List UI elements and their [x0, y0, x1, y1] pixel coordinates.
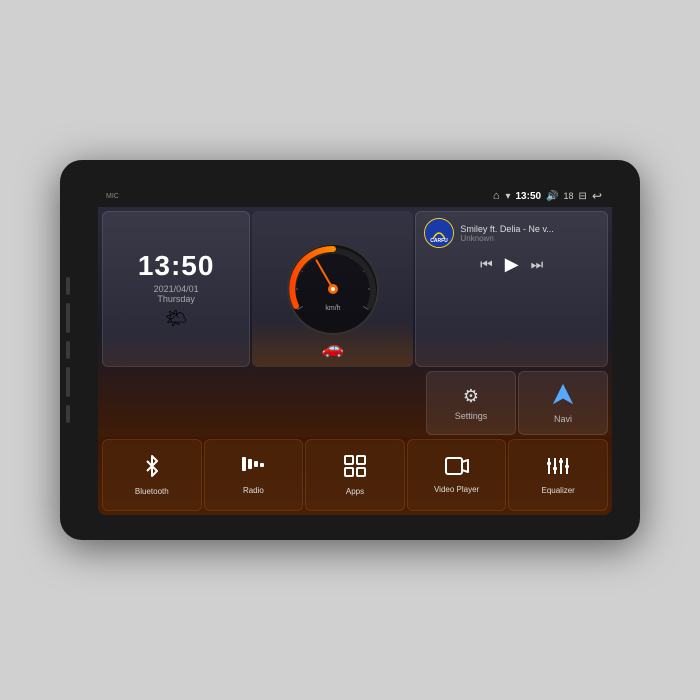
- media-logo: CARFU: [424, 218, 454, 248]
- volume-icon: 🔊: [546, 191, 558, 202]
- settings-icon: ⚙: [463, 386, 479, 407]
- main-content: 13:50 2021/04/01 Thursday 🌤: [98, 207, 612, 515]
- status-time: 13:50: [516, 191, 542, 202]
- weather-icon: 🌤: [165, 308, 188, 329]
- navi-icon: [552, 383, 574, 410]
- car-icon: 🚗: [322, 338, 344, 359]
- bluetooth-icon: [141, 455, 163, 483]
- screen: MIC ⌂ ▾ 13:50 🔊 18 ⊟ ↩ 13:50 2021/04/01 …: [98, 185, 612, 515]
- play-button[interactable]: ▶: [505, 254, 519, 275]
- settings-spacer: [102, 371, 424, 435]
- radio-label: Radio: [243, 486, 264, 495]
- svg-text:CARFU: CARFU: [431, 238, 449, 244]
- bottom-app-bar: Bluetooth Radio: [98, 437, 612, 515]
- side-btn-1[interactable]: [66, 277, 70, 295]
- settings-label: Settings: [455, 411, 488, 421]
- navi-label: Navi: [554, 414, 572, 424]
- media-header: CARFU Smiley ft. Delia - Ne v... Unknown: [424, 218, 599, 248]
- media-info: Smiley ft. Delia - Ne v... Unknown: [460, 224, 599, 243]
- wifi-icon: ▾: [505, 191, 510, 202]
- top-section: 13:50 2021/04/01 Thursday 🌤: [98, 207, 612, 369]
- equalizer-icon: [546, 456, 570, 482]
- settings-area: ⚙ Settings Navi: [98, 369, 612, 437]
- car-head-unit: MIC ⌂ ▾ 13:50 🔊 18 ⊟ ↩ 13:50 2021/04/01 …: [60, 160, 640, 540]
- apps-button[interactable]: Apps: [305, 439, 405, 511]
- home-icon[interactable]: ⌂: [493, 190, 500, 202]
- video-player-label: Video Player: [434, 485, 479, 494]
- equalizer-label: Equalizer: [541, 486, 574, 495]
- media-artist: Unknown: [460, 234, 599, 243]
- screen-icon: ⊟: [579, 191, 587, 202]
- side-btn-4[interactable]: [66, 367, 70, 397]
- volume-number: 18: [564, 191, 574, 201]
- apps-label: Apps: [346, 487, 364, 496]
- clock-time: 13:50: [138, 250, 215, 282]
- bluetooth-button[interactable]: Bluetooth: [102, 439, 202, 511]
- back-icon[interactable]: ↩: [592, 189, 602, 203]
- equalizer-button[interactable]: Equalizer: [508, 439, 608, 511]
- clock-panel: 13:50 2021/04/01 Thursday 🌤: [102, 211, 250, 367]
- video-icon: [445, 457, 469, 481]
- media-panel: CARFU Smiley ft. Delia - Ne v... Unknown…: [415, 211, 608, 367]
- settings-button[interactable]: ⚙ Settings: [426, 371, 516, 435]
- navi-button[interactable]: Navi: [518, 371, 608, 435]
- next-button[interactable]: ⏭: [531, 256, 544, 273]
- side-btn-2[interactable]: [66, 303, 70, 333]
- apps-icon: [344, 455, 366, 483]
- speedometer-panel: km/h 🚗: [252, 211, 413, 367]
- side-btn-3[interactable]: [66, 341, 70, 359]
- speedo-svg: km/h: [278, 234, 388, 344]
- prev-button[interactable]: ⏮: [480, 256, 493, 273]
- mic-label: MIC: [106, 193, 119, 200]
- status-bar: MIC ⌂ ▾ 13:50 🔊 18 ⊟ ↩: [98, 185, 612, 207]
- status-icons: ▾ 13:50 🔊 18 ⊟ ↩: [505, 189, 602, 203]
- radio-icon: [241, 456, 265, 482]
- side-btn-5[interactable]: [66, 405, 70, 423]
- media-title: Smiley ft. Delia - Ne v...: [460, 224, 599, 234]
- svg-text:km/h: km/h: [325, 305, 340, 312]
- speedometer: km/h: [278, 234, 388, 344]
- media-controls: ⏮ ▶ ⏭: [424, 254, 599, 275]
- video-player-button[interactable]: Video Player: [407, 439, 507, 511]
- side-buttons: [66, 277, 70, 423]
- clock-day: Thursday: [157, 294, 195, 304]
- radio-button[interactable]: Radio: [204, 439, 304, 511]
- bluetooth-label: Bluetooth: [135, 487, 169, 496]
- clock-date: 2021/04/01: [154, 284, 199, 294]
